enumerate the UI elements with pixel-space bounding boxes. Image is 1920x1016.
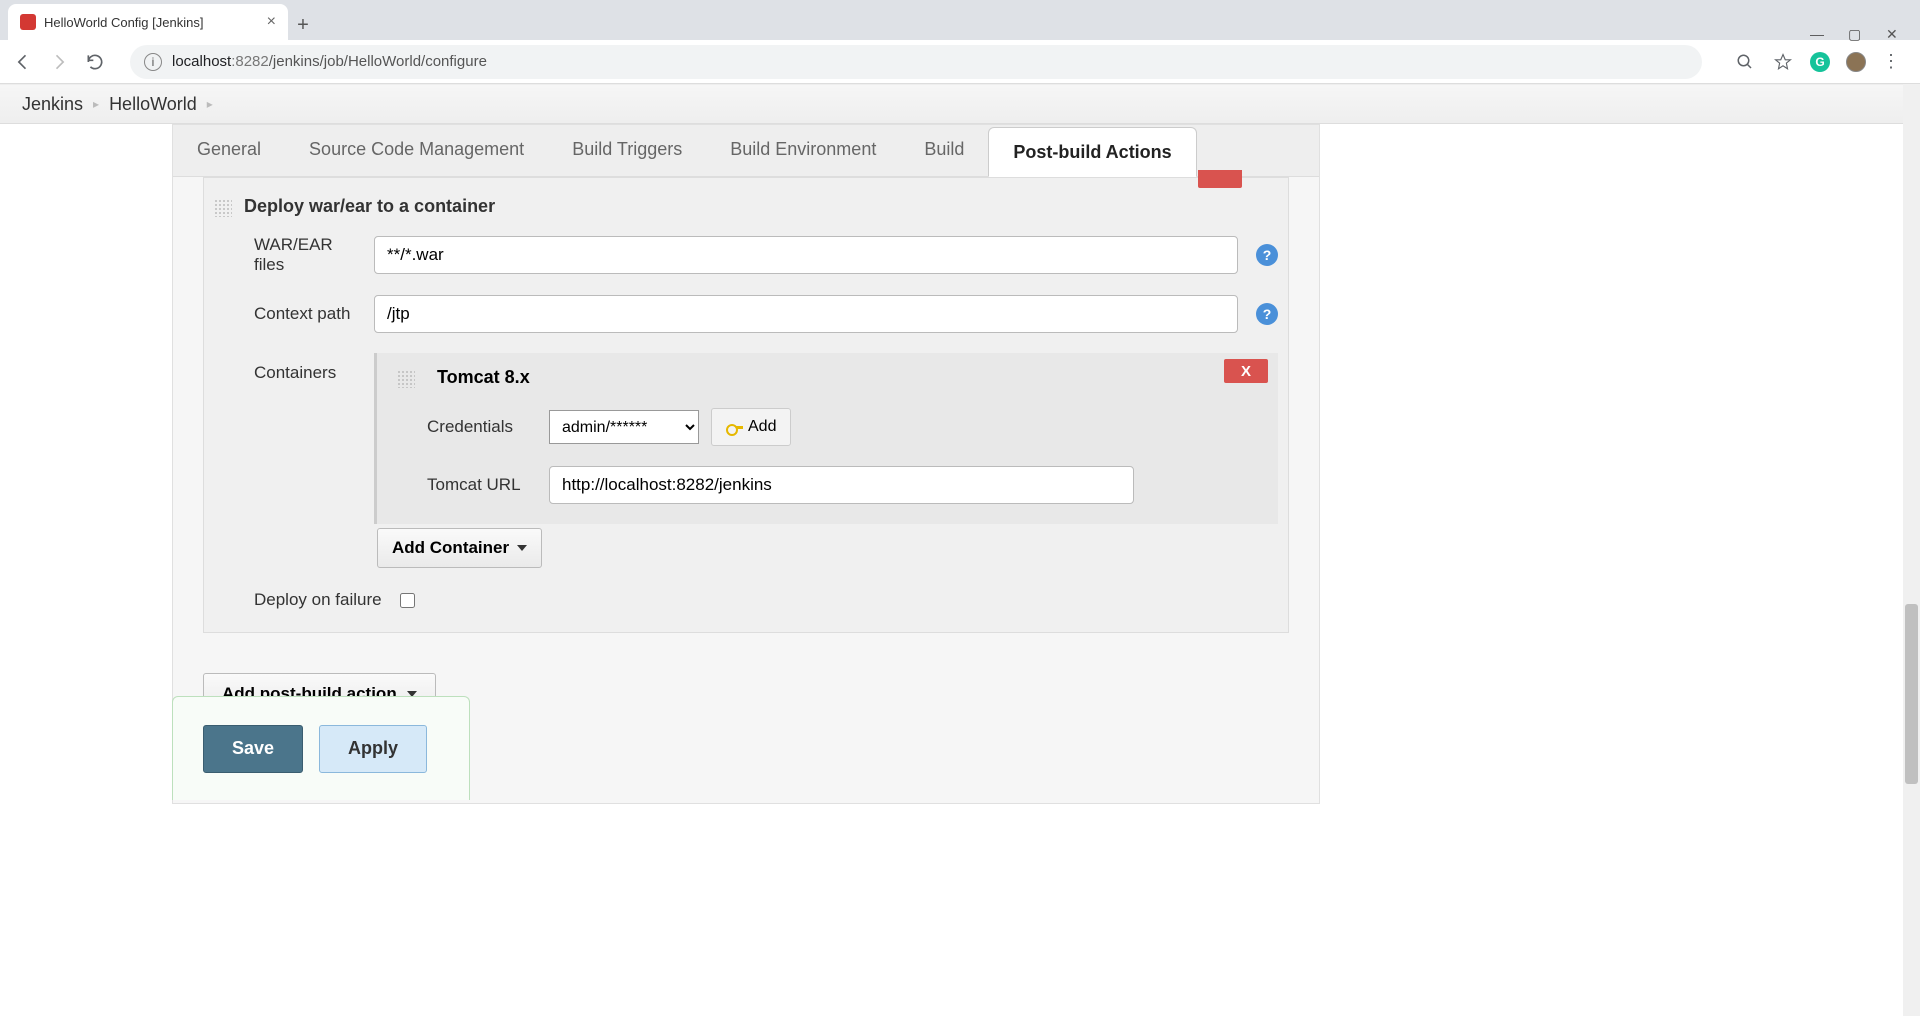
tab-build[interactable]: Build	[900, 125, 988, 176]
minimize-icon[interactable]: —	[1810, 26, 1824, 40]
jenkins-favicon-icon	[20, 14, 36, 30]
war-input[interactable]	[374, 236, 1238, 274]
url-text: localhost:8282/jenkins/job/HelloWorld/co…	[172, 53, 487, 70]
add-credentials-label: Add	[748, 418, 776, 436]
breadcrumb-helloworld[interactable]: HelloWorld	[99, 94, 207, 115]
grammarly-extension-icon[interactable]: G	[1810, 52, 1830, 72]
drag-handle-icon[interactable]	[397, 370, 415, 388]
drag-handle-icon[interactable]	[214, 199, 232, 217]
caret-down-icon	[517, 545, 527, 551]
war-label: WAR/EAR files	[214, 235, 364, 275]
context-path-label: Context path	[214, 304, 364, 324]
help-icon[interactable]: ?	[1256, 244, 1278, 266]
tab-scm[interactable]: Source Code Management	[285, 125, 548, 176]
nav-forward-icon[interactable]	[48, 51, 70, 73]
scrollbar-thumb[interactable]	[1905, 604, 1918, 784]
remove-section-button[interactable]	[1198, 170, 1242, 188]
containers-label: Containers	[214, 363, 364, 383]
config-body: Deploy war/ear to a container WAR/EAR fi…	[173, 177, 1319, 633]
site-info-icon[interactable]: i	[144, 53, 162, 71]
chevron-right-icon: ▸	[207, 97, 213, 111]
tab-triggers[interactable]: Build Triggers	[548, 125, 706, 176]
config-tabs: General Source Code Management Build Tri…	[173, 125, 1319, 177]
new-tab-button[interactable]: +	[288, 10, 318, 40]
deploy-on-failure-label: Deploy on failure	[214, 590, 382, 610]
section-title: Deploy war/ear to a container	[244, 196, 495, 217]
key-icon	[726, 422, 742, 432]
profile-avatar-icon[interactable]	[1846, 52, 1866, 72]
add-credentials-button[interactable]: Add	[711, 408, 791, 446]
zoom-icon[interactable]	[1734, 51, 1756, 73]
reload-icon[interactable]	[84, 51, 106, 73]
browser-tab-strip: HelloWorld Config [Jenkins] × + — ▢ ✕	[0, 0, 1920, 40]
browser-tab[interactable]: HelloWorld Config [Jenkins] ×	[8, 4, 288, 40]
deploy-on-failure-checkbox[interactable]	[400, 593, 415, 608]
tomcat-url-input[interactable]	[549, 466, 1134, 504]
save-bar: Save Apply	[172, 696, 470, 800]
add-container-button[interactable]: Add Container	[377, 528, 542, 568]
tab-general[interactable]: General	[173, 125, 285, 176]
apply-button[interactable]: Apply	[319, 725, 427, 773]
nav-back-icon[interactable]	[12, 51, 34, 73]
credentials-label: Credentials	[427, 417, 537, 437]
context-path-input[interactable]	[374, 295, 1238, 333]
tab-close-icon[interactable]: ×	[267, 13, 276, 31]
add-container-label: Add Container	[392, 538, 509, 558]
kebab-menu-icon[interactable]: ⋮	[1882, 51, 1900, 72]
breadcrumb-jenkins[interactable]: Jenkins	[12, 94, 93, 115]
save-button[interactable]: Save	[203, 725, 303, 773]
tab-title: HelloWorld Config [Jenkins]	[44, 15, 259, 30]
toolbar-right: G ⋮	[1726, 51, 1908, 73]
help-icon[interactable]: ?	[1256, 303, 1278, 325]
container-block: X Tomcat 8.x Credentials admin/******	[374, 353, 1278, 524]
tab-postbuild[interactable]: Post-build Actions	[988, 127, 1196, 177]
credentials-select[interactable]: admin/******	[549, 410, 699, 444]
remove-container-button[interactable]: X	[1224, 359, 1268, 383]
window-controls: — ▢ ✕	[1790, 26, 1920, 40]
url-bar[interactable]: i localhost:8282/jenkins/job/HelloWorld/…	[130, 45, 1702, 79]
page-scrollbar[interactable]	[1903, 84, 1920, 1016]
container-title: Tomcat 8.x	[437, 367, 530, 388]
breadcrumb: Jenkins ▸ HelloWorld ▸	[0, 84, 1920, 124]
deploy-section: Deploy war/ear to a container WAR/EAR fi…	[203, 177, 1289, 633]
tab-environment[interactable]: Build Environment	[706, 125, 900, 176]
maximize-icon[interactable]: ▢	[1848, 26, 1862, 40]
close-icon[interactable]: ✕	[1886, 26, 1900, 40]
bookmark-star-icon[interactable]	[1772, 51, 1794, 73]
tomcat-url-label: Tomcat URL	[427, 475, 537, 495]
browser-toolbar: i localhost:8282/jenkins/job/HelloWorld/…	[0, 40, 1920, 84]
